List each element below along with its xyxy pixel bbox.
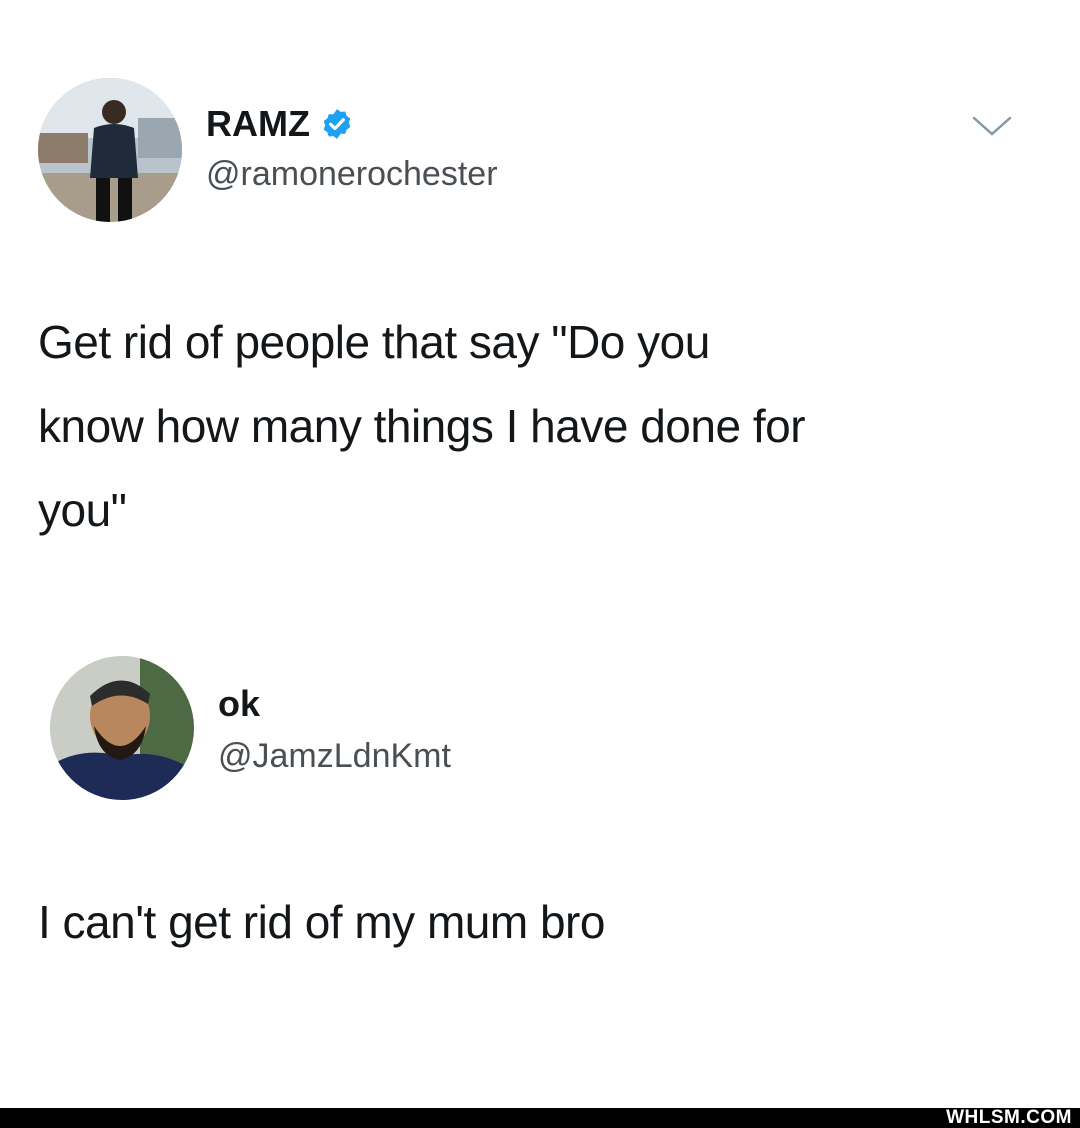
profile-photo-ramz xyxy=(38,78,182,222)
watermark: WHLSM.COM xyxy=(946,1107,1072,1128)
handle[interactable]: @JamzLdnKmt xyxy=(218,736,451,776)
tweet-text-line: I can't get rid of my mum bro xyxy=(38,896,605,948)
verified-badge-icon xyxy=(323,109,351,139)
avatar[interactable] xyxy=(50,656,194,800)
handle[interactable]: @ramonerochester xyxy=(206,154,498,194)
avatar[interactable] xyxy=(38,78,182,222)
tweet-text-line: Get rid of people that say "Do you xyxy=(38,316,710,368)
profile-photo-ok xyxy=(50,656,194,800)
tweet-text-line: know how many things I have done for xyxy=(38,400,806,452)
tweet-text: Get rid of people that say "Do you know … xyxy=(38,300,806,552)
display-name-row[interactable]: RAMZ xyxy=(206,104,354,144)
tweet-text: I can't get rid of my mum bro xyxy=(38,880,605,964)
display-name[interactable]: ok xyxy=(218,684,260,724)
display-name[interactable]: RAMZ xyxy=(206,104,310,144)
footer-bar xyxy=(0,1108,1080,1128)
display-name-row[interactable]: ok xyxy=(218,684,260,724)
tweet-text-line: you" xyxy=(38,484,127,536)
chevron-down-icon[interactable] xyxy=(970,112,1014,142)
